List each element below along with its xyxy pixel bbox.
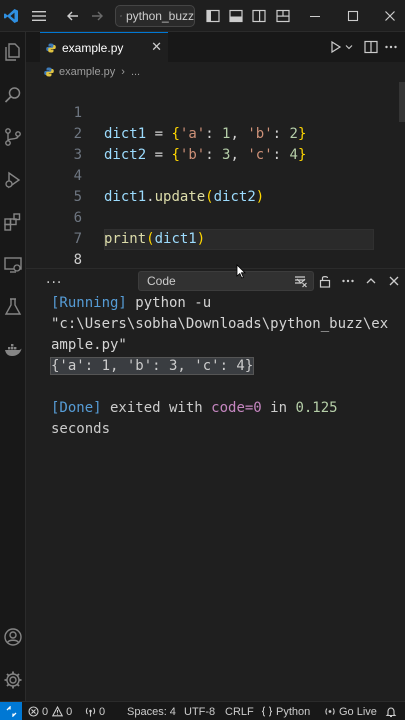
maximize-panel-button[interactable] bbox=[360, 269, 382, 293]
close-window-icon[interactable] bbox=[375, 0, 405, 32]
code-line: 4 dict1.update(dict2) bbox=[26, 145, 405, 205]
close-panel-button[interactable] bbox=[383, 269, 405, 293]
activity-bar bbox=[0, 32, 26, 701]
panel-more-button[interactable]: ... bbox=[46, 271, 62, 287]
code-line: 1 dict1 = {'a': 1, 'b': 2} bbox=[26, 82, 405, 142]
output-line-result: {'a': 1, 'b': 3, 'c': 4} bbox=[49, 357, 255, 375]
unlock-icon bbox=[319, 276, 331, 288]
ellipsis-icon bbox=[385, 45, 397, 49]
lock-scroll-button[interactable] bbox=[314, 269, 336, 293]
settings-gear-icon[interactable] bbox=[0, 665, 26, 695]
ellipsis-icon bbox=[342, 279, 354, 283]
search-text: python_buzz bbox=[125, 9, 194, 23]
vscode-logo-icon[interactable] bbox=[0, 0, 22, 32]
code-editor[interactable]: 1 dict1 = {'a': 1, 'b': 2} 2 dict2 = {'b… bbox=[26, 82, 405, 268]
language-status[interactable]: Python bbox=[261, 702, 310, 720]
broadcast-icon bbox=[325, 708, 335, 715]
code-line: 2 dict2 = {'b': 3, 'c': 4} bbox=[26, 103, 405, 163]
forward-arrow-icon[interactable] bbox=[86, 0, 108, 32]
ports-count: 0 bbox=[99, 705, 106, 718]
indentation-status[interactable]: Spaces: 4 bbox=[127, 702, 176, 720]
remote-explorer-icon[interactable] bbox=[0, 250, 26, 280]
error-count: 0 bbox=[42, 705, 49, 718]
warning-count: 0 bbox=[66, 705, 73, 718]
output-line-done: [Done] exited with code=0 in 0.125 bbox=[51, 400, 338, 416]
chevron-up-icon bbox=[366, 278, 376, 284]
breadcrumb-more[interactable]: ... bbox=[131, 66, 140, 78]
split-editor-icon bbox=[364, 40, 378, 54]
editor-tab-bar: example.py ✕ bbox=[26, 32, 405, 62]
source-control-icon[interactable] bbox=[0, 122, 26, 152]
breadcrumb: example.py › ... bbox=[26, 62, 405, 82]
mouse-cursor-icon bbox=[236, 264, 246, 279]
code-line-active: 8 bbox=[26, 229, 405, 268]
radio-tower-icon bbox=[85, 707, 96, 717]
python-file-icon bbox=[46, 43, 56, 52]
split-editor-button[interactable] bbox=[364, 32, 378, 62]
tab-close-icon[interactable]: ✕ bbox=[151, 40, 162, 55]
remote-indicator-button[interactable] bbox=[0, 702, 22, 720]
code-line: 5 bbox=[26, 166, 405, 205]
eol-status[interactable]: CRLF bbox=[225, 702, 254, 720]
minimize-icon[interactable] bbox=[300, 0, 330, 32]
chevron-right-icon: › bbox=[121, 66, 125, 78]
warning-icon bbox=[52, 706, 64, 717]
chevron-down-icon bbox=[345, 45, 353, 50]
panel-more-actions-button[interactable] bbox=[337, 269, 359, 293]
back-arrow-icon[interactable] bbox=[62, 0, 84, 32]
toggle-panel-icon[interactable] bbox=[224, 0, 248, 32]
search-icon bbox=[120, 15, 122, 17]
python-file-icon bbox=[44, 67, 54, 77]
title-bar: python_buzz bbox=[0, 0, 405, 32]
tab-example-py[interactable]: example.py ✕ bbox=[40, 32, 168, 62]
close-icon bbox=[389, 276, 399, 286]
menu-icon[interactable] bbox=[26, 0, 52, 32]
code-line: 7 bbox=[26, 208, 405, 247]
maximize-icon[interactable] bbox=[338, 0, 368, 32]
toggle-sidebar-icon[interactable] bbox=[201, 0, 225, 32]
error-icon bbox=[28, 706, 39, 717]
explorer-icon[interactable] bbox=[0, 37, 26, 67]
notifications-button[interactable] bbox=[385, 702, 400, 720]
remote-icon bbox=[6, 706, 16, 717]
panel-header: ... Code bbox=[26, 269, 405, 293]
extensions-icon[interactable] bbox=[0, 207, 26, 237]
run-python-button[interactable] bbox=[329, 32, 353, 62]
ports-status[interactable]: 0 bbox=[85, 702, 105, 720]
braces-icon bbox=[261, 706, 273, 717]
output-channel-select[interactable]: Code bbox=[138, 271, 314, 291]
code-line: 9 bbox=[26, 250, 405, 268]
toggle-secondary-sidebar-icon[interactable] bbox=[247, 0, 271, 32]
testing-icon[interactable] bbox=[0, 292, 26, 322]
output-panel: ... Code [Running] python -u "c:\Users\s… bbox=[26, 268, 405, 701]
tab-label: example.py bbox=[62, 40, 124, 55]
accounts-icon[interactable] bbox=[0, 622, 26, 652]
play-icon bbox=[331, 40, 342, 54]
output-line-seconds: seconds bbox=[51, 421, 111, 437]
command-center-search[interactable]: python_buzz bbox=[115, 5, 195, 27]
docker-icon[interactable] bbox=[0, 335, 26, 365]
output-line-path-cont: ample.py" bbox=[51, 337, 127, 353]
code-line: 6 print(dict1) bbox=[26, 187, 405, 247]
code-line: 3 bbox=[26, 124, 405, 163]
customize-layout-icon[interactable] bbox=[271, 0, 295, 32]
breadcrumb-file[interactable]: example.py bbox=[59, 66, 115, 78]
run-debug-icon[interactable] bbox=[0, 165, 26, 195]
encoding-status[interactable]: UTF-8 bbox=[184, 702, 215, 720]
problems-status[interactable]: 0 0 bbox=[28, 702, 72, 720]
more-actions-button[interactable] bbox=[384, 32, 398, 62]
go-live-button[interactable]: Go Live bbox=[324, 702, 377, 720]
output-line-running: [Running] python -u bbox=[51, 295, 212, 311]
clear-output-button[interactable] bbox=[290, 269, 312, 293]
search-icon[interactable] bbox=[0, 80, 26, 110]
status-bar: 0 0 0 Spaces: 4 UTF-8 CRLF Python Go Liv… bbox=[0, 701, 405, 720]
clear-all-icon bbox=[295, 276, 307, 288]
output-line-path: "c:\Users\sobha\Downloads\python_buzz\ex bbox=[51, 316, 389, 332]
output-channel-label: Code bbox=[147, 274, 176, 288]
bell-icon bbox=[385, 706, 397, 717]
